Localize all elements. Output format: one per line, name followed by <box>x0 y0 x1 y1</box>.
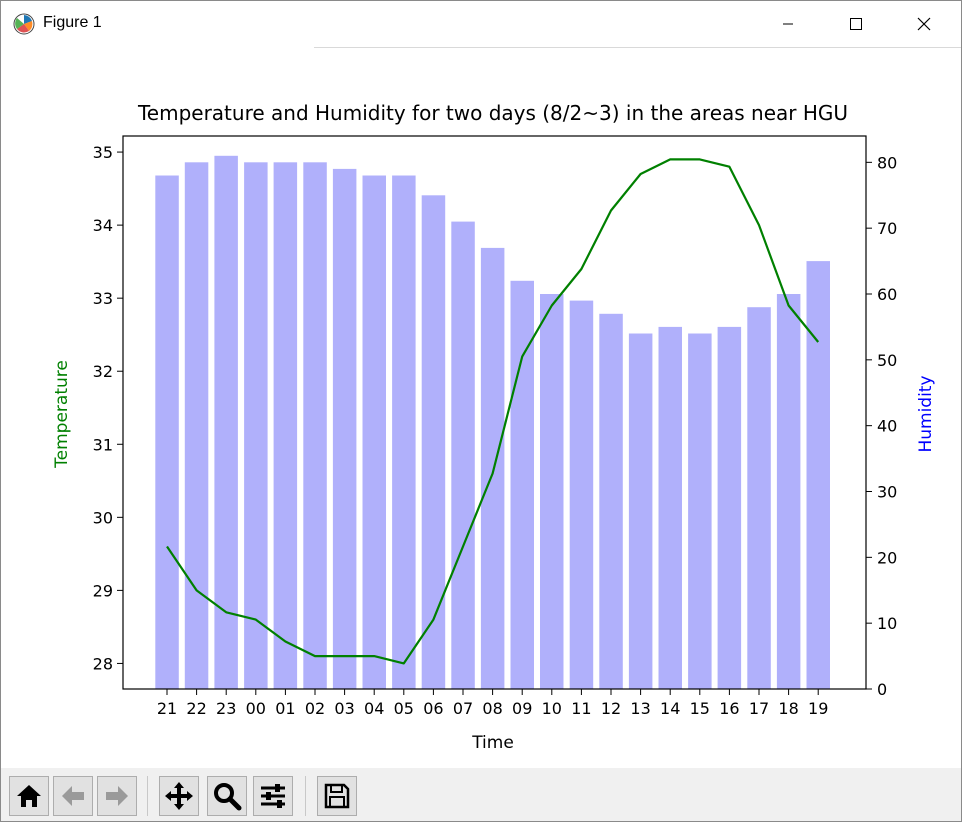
toolbar-separator <box>305 776 306 816</box>
maximize-icon <box>850 18 862 30</box>
humidity-bar <box>747 307 771 689</box>
matplotlib-icon <box>13 13 35 35</box>
configure-subplots-button[interactable] <box>253 776 293 816</box>
humidity-bar <box>244 162 268 690</box>
floppy-disk-icon <box>324 783 350 809</box>
magnifier-icon <box>214 783 242 811</box>
x-tick-label: 19 <box>808 699 828 718</box>
right-y-tick-label: 40 <box>877 417 897 436</box>
close-button[interactable] <box>901 1 947 47</box>
left-y-tick-label: 34 <box>93 216 113 235</box>
right-y-tick-label: 70 <box>877 219 897 238</box>
right-y-tick-label: 10 <box>877 614 897 633</box>
left-y-tick-label: 28 <box>93 654 113 673</box>
x-tick-label: 16 <box>719 699 739 718</box>
x-tick-label: 06 <box>423 699 443 718</box>
x-tick-label: 02 <box>305 699 325 718</box>
navigation-toolbar <box>1 768 961 821</box>
back-button[interactable] <box>53 776 93 816</box>
humidity-bar <box>480 247 505 689</box>
x-tick-label: 22 <box>186 699 206 718</box>
x-tick-label: 15 <box>690 699 710 718</box>
window-title: Figure 1 <box>43 14 102 31</box>
x-tick-label: 00 <box>246 699 266 718</box>
chart: Temperature and Humidity for two days (8… <box>52 101 936 753</box>
x-tick-label: 11 <box>571 699 591 718</box>
x-tick-label: 23 <box>216 699 236 718</box>
figure-canvas[interactable]: Temperature and Humidity for two days (8… <box>1 48 961 768</box>
minimize-button[interactable] <box>765 1 811 47</box>
arrow-left-icon <box>62 786 84 806</box>
zoom-button[interactable] <box>207 776 247 816</box>
left-y-tick-label: 33 <box>93 289 113 308</box>
humidity-bar <box>303 162 327 690</box>
x-tick-label: 14 <box>660 699 680 718</box>
left-y-tick-label: 29 <box>93 581 113 600</box>
humidity-bar <box>717 326 742 689</box>
home-button[interactable] <box>9 776 49 816</box>
home-icon <box>17 785 41 807</box>
x-tick-label: 10 <box>542 699 562 718</box>
maximize-button[interactable] <box>833 1 879 47</box>
minimize-icon <box>783 23 793 25</box>
x-tick-label: 08 <box>482 699 502 718</box>
right-y-axis: 0 10 20 30 40 50 60 70 80 <box>866 153 897 699</box>
x-tick-label: 09 <box>512 699 532 718</box>
humidity-bar <box>599 313 623 690</box>
x-tick-label: 21 <box>157 699 177 718</box>
save-button[interactable] <box>317 776 357 816</box>
x-tick-label: 04 <box>364 699 384 718</box>
x-tick-label: 17 <box>749 699 769 718</box>
left-y-tick-label: 30 <box>93 508 113 527</box>
humidity-bar <box>540 294 564 689</box>
humidity-bar <box>214 155 238 690</box>
humidity-bars <box>155 155 830 690</box>
pan-button[interactable] <box>159 776 199 816</box>
toolbar-separator <box>147 776 148 816</box>
forward-button[interactable] <box>97 776 137 816</box>
chart-title: Temperature and Humidity for two days (8… <box>137 101 848 125</box>
x-axis-label: Time <box>471 733 514 753</box>
humidity-bar <box>569 300 594 689</box>
right-y-tick-label: 80 <box>877 153 897 172</box>
humidity-bar <box>332 168 357 689</box>
right-y-tick-label: 0 <box>877 680 887 699</box>
x-tick-label: 03 <box>334 699 354 718</box>
humidity-bar <box>273 162 298 690</box>
x-tick-label: 07 <box>453 699 473 718</box>
right-y-tick-label: 50 <box>877 351 897 370</box>
right-y-tick-label: 60 <box>877 285 897 304</box>
close-icon <box>917 17 931 31</box>
humidity-bar <box>392 175 416 689</box>
humidity-bar <box>155 175 179 689</box>
left-y-tick-label: 31 <box>93 435 113 454</box>
humidity-bar <box>362 175 386 689</box>
humidity-bar <box>421 195 446 690</box>
arrow-right-icon <box>106 786 128 806</box>
humidity-bar <box>806 261 830 689</box>
y-axis-label-humidity: Humidity <box>916 375 936 452</box>
x-tick-label: 12 <box>601 699 621 718</box>
humidity-bar <box>451 221 475 689</box>
x-tick-label: 18 <box>778 699 798 718</box>
x-tick-label: 05 <box>394 699 414 718</box>
x-tick-label: 13 <box>630 699 650 718</box>
humidity-bar <box>658 326 682 689</box>
right-y-tick-label: 20 <box>877 548 897 567</box>
right-y-tick-label: 30 <box>877 483 897 502</box>
sliders-icon <box>261 784 285 808</box>
title-bar: Figure 1 <box>1 1 961 47</box>
x-axis: 21 22 23 00 01 02 03 04 05 06 07 08 09 10 11 12 13 14 15 16… <box>157 689 828 718</box>
left-y-axis: 28 29 30 31 32 33 34 35 <box>93 143 123 673</box>
humidity-bar <box>628 333 653 689</box>
left-y-tick-label: 35 <box>93 143 113 162</box>
move-icon <box>165 782 193 810</box>
left-y-tick-label: 32 <box>93 362 113 381</box>
figure-window: Figure 1 Temperature and Humidity for tw… <box>0 0 962 822</box>
humidity-bar <box>776 294 801 689</box>
y-axis-label-temperature: Temperature <box>52 360 72 469</box>
x-tick-label: 01 <box>275 699 295 718</box>
humidity-bar <box>184 162 209 690</box>
humidity-bar <box>688 333 712 689</box>
